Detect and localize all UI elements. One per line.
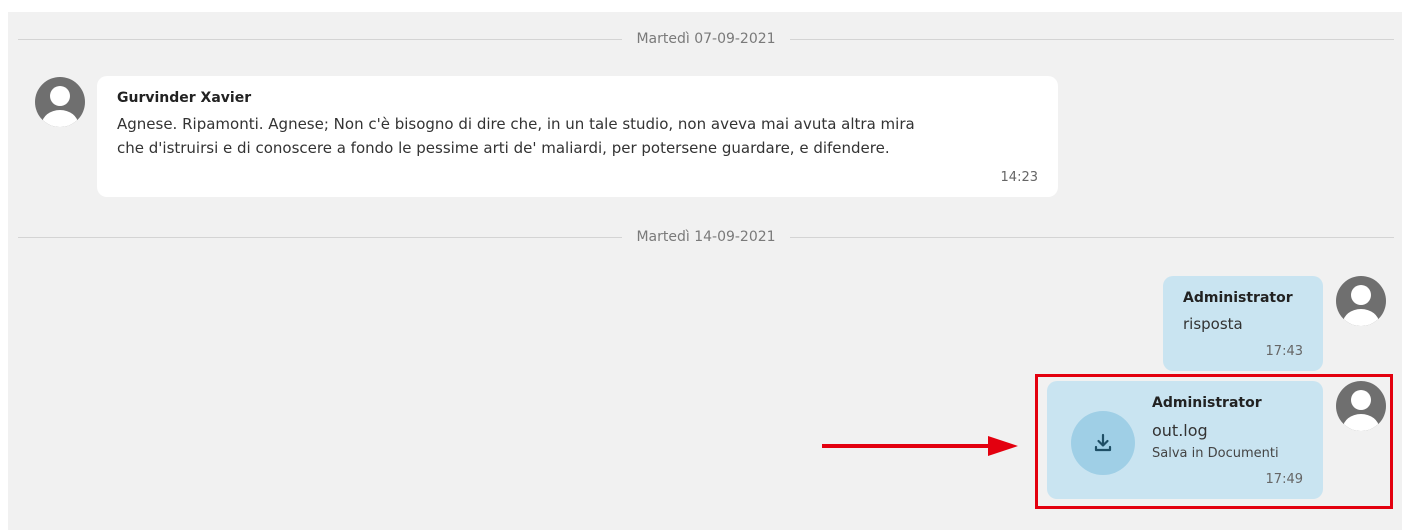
separator-line — [18, 38, 623, 40]
user-avatar-icon — [35, 77, 85, 127]
message-text-line: che d'istruirsi e di conoscere a fondo l… — [117, 139, 890, 157]
date-separator: Martedì 07-09-2021 — [18, 28, 1395, 50]
message-text-line: Agnese. Ripamonti. Agnese; Non c'è bisog… — [117, 115, 915, 133]
arrow-right-annotation — [822, 436, 1018, 456]
message-bubble-incoming: Gurvinder Xavier Agnese. Ripamonti. Agne… — [97, 76, 1058, 197]
message-time: 17:43 — [1265, 344, 1303, 359]
highlight-annotation — [1035, 374, 1393, 509]
date-label: Martedì 14-09-2021 — [636, 229, 776, 245]
separator-line — [789, 38, 1395, 40]
date-separator: Martedì 14-09-2021 — [18, 226, 1395, 248]
separator-line — [789, 236, 1395, 238]
message-bubble-outgoing: Administrator risposta 17:43 — [1163, 276, 1323, 371]
date-label: Martedì 07-09-2021 — [636, 31, 776, 47]
message-text: risposta — [1183, 315, 1243, 333]
message-text: Agnese. Ripamonti. Agnese; Non c'è bisog… — [117, 112, 915, 160]
message-time: 14:23 — [1000, 170, 1038, 185]
user-avatar-icon — [1336, 276, 1386, 326]
separator-line — [18, 236, 623, 238]
message-sender: Administrator — [1183, 290, 1293, 306]
message-sender: Gurvinder Xavier — [117, 90, 252, 106]
